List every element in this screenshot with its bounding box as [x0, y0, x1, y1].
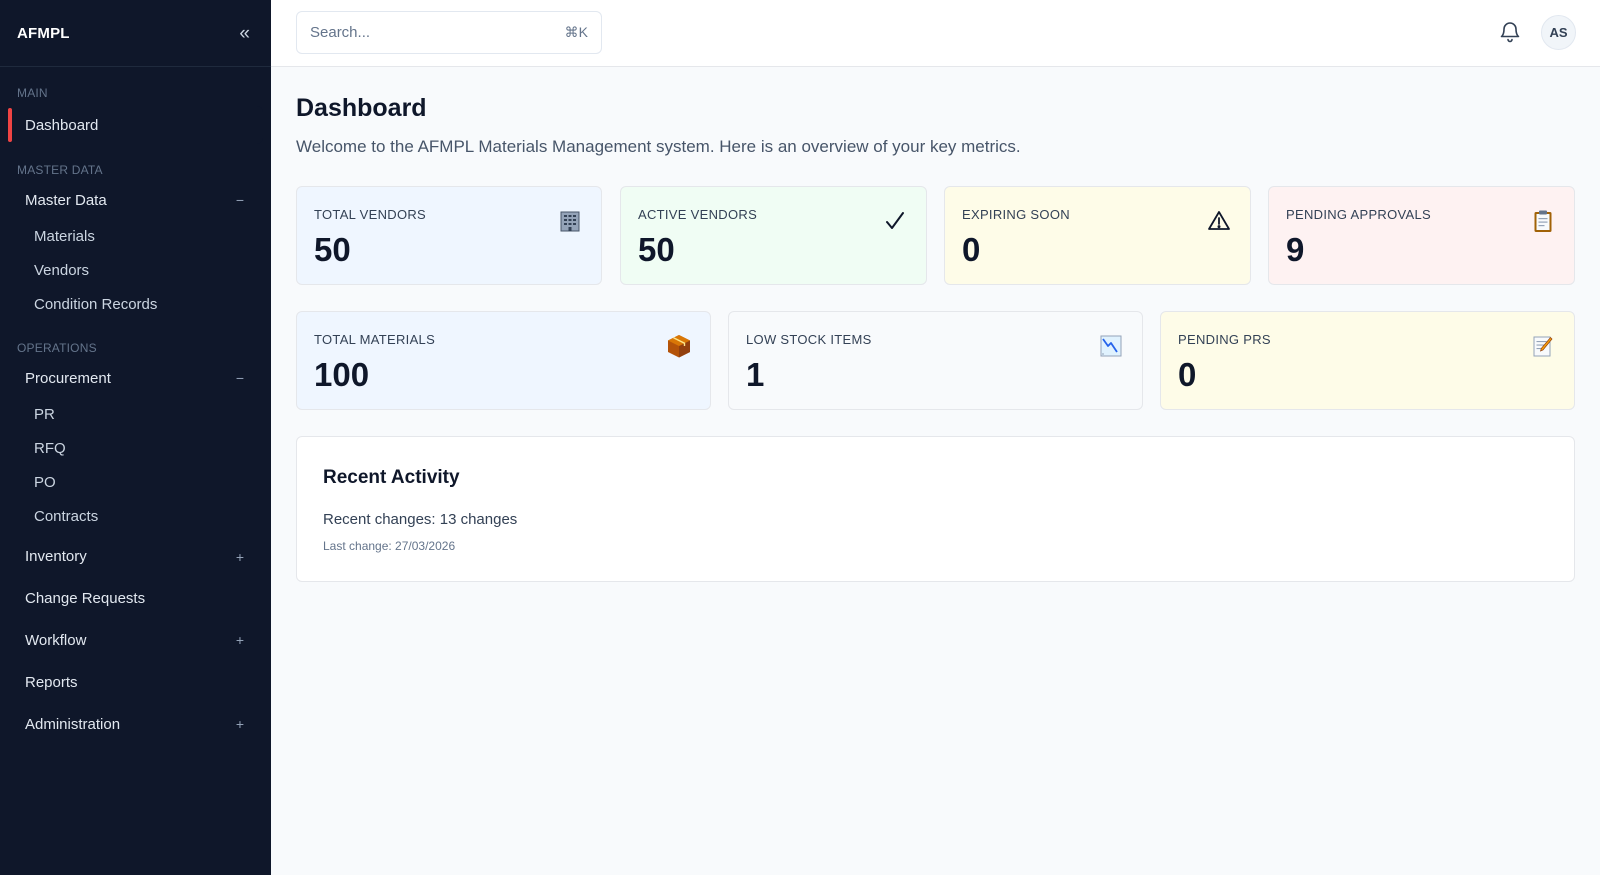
package-icon [665, 332, 693, 360]
sidebar-item-change-requests[interactable]: Change Requests [8, 577, 263, 619]
sidebar-item-label: Workflow [25, 631, 87, 649]
last-change-date: Last change: 27/03/2026 [323, 539, 456, 553]
recent-activity-card: Recent Activity Recent changes: 13 chang… [296, 436, 1575, 582]
stat-value: 0 [1178, 356, 1197, 393]
search-shortcut-hint: ⌘K [564, 24, 588, 40]
stat-value: 1 [746, 356, 765, 393]
section-label-main: MAIN [17, 86, 48, 100]
stat-value: 50 [638, 231, 675, 268]
collapse-minus-icon[interactable]: − [234, 192, 246, 208]
checkmark-icon [881, 207, 909, 235]
sidebar-item-contracts[interactable]: Contracts [0, 499, 271, 533]
sidebar-header: AFMPL « [0, 0, 271, 67]
sidebar-item-label: Master Data [25, 191, 107, 209]
warning-icon [1205, 207, 1233, 235]
avatar[interactable]: AS [1541, 15, 1576, 50]
sidebar-item-label: Reports [25, 673, 78, 691]
sidebar-item-label: Administration [25, 715, 121, 733]
search-box[interactable]: ⌘K [296, 11, 602, 54]
stat-value: 0 [962, 231, 981, 268]
brand-logo: AFMPL [17, 24, 70, 42]
recent-changes-summary: Recent changes: 13 changes [323, 511, 518, 528]
stat-value: 9 [1286, 231, 1305, 268]
page-subtitle: Welcome to the AFMPL Materials Managemen… [296, 137, 1021, 156]
sidebar-item-label: Procurement [25, 369, 111, 387]
sidebar-item-vendors[interactable]: Vendors [0, 253, 271, 287]
stat-label: PENDING PRS [1178, 332, 1271, 347]
sidebar-item-workflow[interactable]: Workflow + [8, 619, 263, 661]
stat-card-pending-prs[interactable]: PENDING PRS 0 [1160, 311, 1575, 410]
stat-card-pending-approvals[interactable]: PENDING APPROVALS 9 [1268, 186, 1575, 285]
expand-plus-icon[interactable]: + [234, 716, 246, 732]
sidebar-item-procurement[interactable]: Procurement − [8, 359, 263, 397]
sidebar-item-inventory[interactable]: Inventory + [8, 536, 263, 577]
stat-label: TOTAL VENDORS [314, 207, 427, 222]
sidebar-item-label: Inventory [25, 548, 87, 565]
stat-label: LOW STOCK ITEMS [746, 332, 872, 347]
sidebar-item-administration[interactable]: Administration + [8, 703, 263, 745]
expand-plus-icon[interactable]: + [234, 632, 246, 648]
stat-card-total-materials[interactable]: TOTAL MATERIALS 100 [296, 311, 711, 410]
bell-icon[interactable] [1498, 20, 1522, 44]
sidebar-item-condition-records[interactable]: Condition Records [0, 287, 271, 321]
building-icon [556, 207, 584, 235]
stat-label: EXPIRING SOON [962, 207, 1070, 222]
sidebar-item-rfq[interactable]: RFQ [0, 431, 271, 465]
stat-label: PENDING APPROVALS [1286, 207, 1432, 222]
stat-card-expiring-soon[interactable]: EXPIRING SOON 0 [944, 186, 1251, 285]
section-label-master-data: MASTER DATA [17, 163, 103, 177]
stat-value: 100 [314, 356, 370, 393]
stat-label: ACTIVE VENDORS [638, 207, 758, 222]
stat-card-low-stock-items[interactable]: LOW STOCK ITEMS 1 [728, 311, 1143, 410]
stat-card-active-vendors[interactable]: ACTIVE VENDORS 50 [620, 186, 927, 285]
sidebar-item-master-data[interactable]: Master Data − [8, 181, 263, 219]
chart-down-icon [1097, 332, 1125, 360]
stat-value: 50 [314, 231, 351, 268]
stat-card-total-vendors[interactable]: TOTAL VENDORS 50 [296, 186, 602, 285]
sidebar-item-reports[interactable]: Reports [8, 661, 263, 703]
sidebar-item-label: Change Requests [25, 589, 146, 607]
sidebar-item-label: Dashboard [25, 116, 99, 134]
expand-plus-icon[interactable]: + [234, 549, 246, 565]
stat-label: TOTAL MATERIALS [314, 332, 436, 347]
section-label-operations: OPERATIONS [17, 341, 97, 355]
sidebar-item-pr[interactable]: PR [0, 397, 271, 431]
topbar: ⌘K AS [271, 0, 1600, 67]
sidebar-item-po[interactable]: PO [0, 465, 271, 499]
collapse-minus-icon[interactable]: − [234, 370, 246, 386]
sidebar-item-materials[interactable]: Materials [0, 219, 271, 253]
collapse-sidebar-icon[interactable]: « [239, 24, 250, 43]
sidebar: AFMPL « MAIN Dashboard MASTER DATA Maste… [0, 0, 271, 875]
sidebar-item-dashboard[interactable]: Dashboard [8, 106, 263, 144]
recent-activity-title: Recent Activity [323, 467, 460, 488]
memo-icon [1529, 332, 1557, 360]
search-input[interactable] [310, 24, 540, 41]
page-title: Dashboard [296, 94, 427, 122]
clipboard-icon [1529, 207, 1557, 235]
